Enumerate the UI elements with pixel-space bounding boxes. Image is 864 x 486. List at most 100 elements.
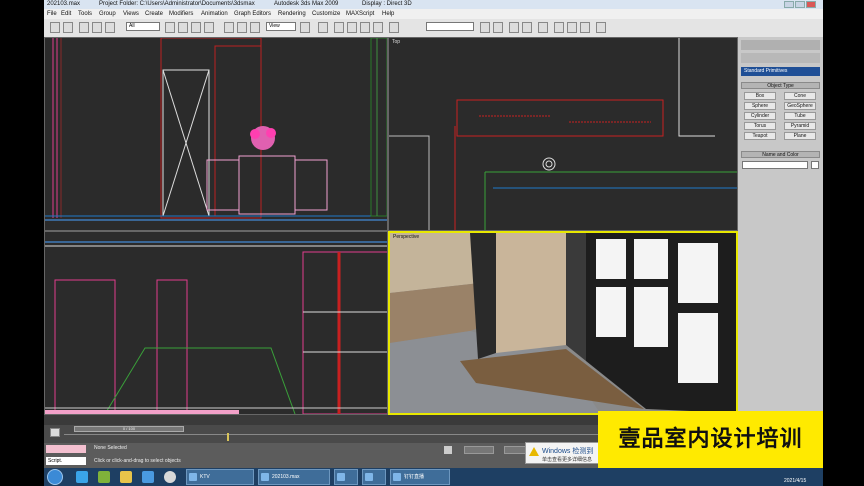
geosphere-button[interactable]: GeoSphere (784, 102, 816, 110)
selection-region-icon[interactable] (191, 22, 201, 33)
plane-button[interactable]: Plane (784, 132, 816, 140)
left-view-wireframe (45, 241, 387, 414)
menu-views[interactable]: Views (123, 9, 139, 19)
undo-icon[interactable] (50, 22, 60, 33)
percent-snap-icon[interactable] (360, 22, 370, 33)
popup-title: Windows 检测到 (542, 448, 594, 455)
curve-editor-icon[interactable] (522, 22, 532, 33)
taskbar-pinned-icon[interactable] (142, 471, 154, 483)
select-manipulate-icon[interactable] (318, 22, 328, 33)
clock-date: 2021/4/15 (784, 478, 807, 484)
dingtalk-icon (393, 473, 401, 481)
menu-customize[interactable]: Customize (312, 9, 340, 19)
app-window-icon-2 (365, 473, 373, 481)
lock-selection-icon[interactable] (444, 446, 452, 454)
rotate-icon[interactable] (237, 22, 247, 33)
menu-file[interactable]: File (47, 9, 57, 19)
minimize-button[interactable] (784, 1, 794, 8)
taskbar-pinned-icon-2[interactable] (164, 471, 176, 483)
material-editor-icon[interactable] (538, 22, 548, 33)
edit-named-selection-icon[interactable] (389, 22, 399, 33)
window-crossing-icon[interactable] (204, 22, 214, 33)
menu-rendering[interactable]: Rendering (278, 9, 306, 19)
command-panel: Standard Primitives Object Type Box Cone… (738, 37, 823, 425)
viewport-perspective[interactable]: Perspective (388, 231, 738, 415)
start-button[interactable] (47, 469, 63, 485)
folder-icon[interactable] (120, 471, 132, 483)
name-and-color-rollout[interactable]: Name and Color (741, 151, 820, 158)
viewport-top[interactable]: Top (388, 37, 738, 231)
named-selection-sets-dropdown[interactable] (426, 22, 474, 31)
torus-button[interactable]: Torus (744, 122, 776, 130)
object-color-swatch[interactable] (811, 161, 819, 169)
timeline-menu-icon[interactable] (50, 428, 60, 437)
windows-activation-popup[interactable]: Windows 检测到 单击查看更多详细信息 (525, 442, 607, 464)
close-button[interactable] (806, 1, 816, 8)
menu-group[interactable]: Group (99, 9, 116, 19)
create-category-icons[interactable] (741, 53, 820, 63)
primitive-category-dropdown[interactable]: Standard Primitives (741, 67, 820, 76)
selection-status: None Selected (94, 445, 127, 451)
menu-graph-editors[interactable]: Graph Editors (234, 9, 271, 19)
render-setup-icon[interactable] (554, 22, 564, 33)
reference-coordinate-dropdown[interactable]: View (266, 22, 296, 31)
menu-animation[interactable]: Animation (201, 9, 228, 19)
tube-button[interactable]: Tube (784, 112, 816, 120)
select-object-icon[interactable] (165, 22, 175, 33)
frame-counter[interactable]: 0 / 100 (74, 426, 184, 432)
object-name-field[interactable] (742, 161, 808, 169)
quick-render-icon[interactable] (580, 22, 590, 33)
box-button[interactable]: Box (744, 92, 776, 100)
selection-filter-dropdown[interactable]: All (126, 22, 160, 31)
align-icon[interactable] (493, 22, 503, 33)
front-view-wireframe (45, 38, 387, 221)
menu-edit[interactable]: Edit (61, 9, 71, 19)
time-marker (227, 433, 229, 441)
menu-modifiers[interactable]: Modifiers (169, 9, 193, 19)
teapot-button[interactable]: Teapot (744, 132, 776, 140)
angle-snap-icon[interactable] (347, 22, 357, 33)
taskbar-item-app[interactable] (334, 469, 358, 485)
pivot-center-icon[interactable] (300, 22, 310, 33)
script-label[interactable]: Script. (46, 457, 86, 465)
wechat-icon[interactable] (98, 471, 110, 483)
spinner-snap-icon[interactable] (373, 22, 383, 33)
taskbar-app-icon[interactable] (76, 471, 88, 483)
unlink-icon[interactable] (92, 22, 102, 33)
menu-help[interactable]: Help (382, 9, 394, 19)
3dsmax-icon (261, 473, 269, 481)
taskbar-item-dingtalk[interactable]: 钉钉直播 (390, 469, 450, 485)
mirror-icon[interactable] (480, 22, 490, 33)
rendered-frame-window-icon[interactable] (567, 22, 577, 33)
object-type-rollout[interactable]: Object Type (741, 82, 820, 89)
taskbar-item-ktv[interactable]: KTV (186, 469, 254, 485)
maxscript-listener-pink[interactable] (46, 445, 86, 453)
move-icon[interactable] (224, 22, 234, 33)
popup-text: 单击查看更多详细信息 (542, 457, 593, 463)
sphere-button[interactable]: Sphere (744, 102, 776, 110)
command-panel-tabs[interactable] (741, 40, 820, 50)
menu-tools[interactable]: Tools (78, 9, 92, 19)
link-icon[interactable] (79, 22, 89, 33)
select-by-name-icon[interactable] (178, 22, 188, 33)
viewport-left[interactable] (44, 231, 388, 415)
redo-icon[interactable] (63, 22, 73, 33)
ktv-window-icon (189, 473, 197, 481)
layer-manager-icon[interactable] (509, 22, 519, 33)
display-mode: Display : Direct 3D (362, 1, 412, 7)
bind-space-warp-icon[interactable] (105, 22, 115, 33)
menu-create[interactable]: Create (145, 9, 163, 19)
cone-button[interactable]: Cone (784, 92, 816, 100)
render-production-icon[interactable] (596, 22, 606, 33)
taskbar-item-3dsmax[interactable]: 202103.max (258, 469, 330, 485)
pyramid-button[interactable]: Pyramid (784, 122, 816, 130)
x-coordinate-field[interactable] (464, 446, 494, 454)
cylinder-button[interactable]: Cylinder (744, 112, 776, 120)
snaps-toggle-icon[interactable] (334, 22, 344, 33)
taskbar-item-app-2[interactable] (362, 469, 386, 485)
scale-icon[interactable] (250, 22, 260, 33)
maximize-button[interactable] (795, 1, 805, 8)
menu-bar: File Edit Tools Group Views Create Modif… (44, 9, 823, 19)
menu-maxscript[interactable]: MAXScript (346, 9, 374, 19)
viewport-front[interactable] (44, 37, 388, 231)
